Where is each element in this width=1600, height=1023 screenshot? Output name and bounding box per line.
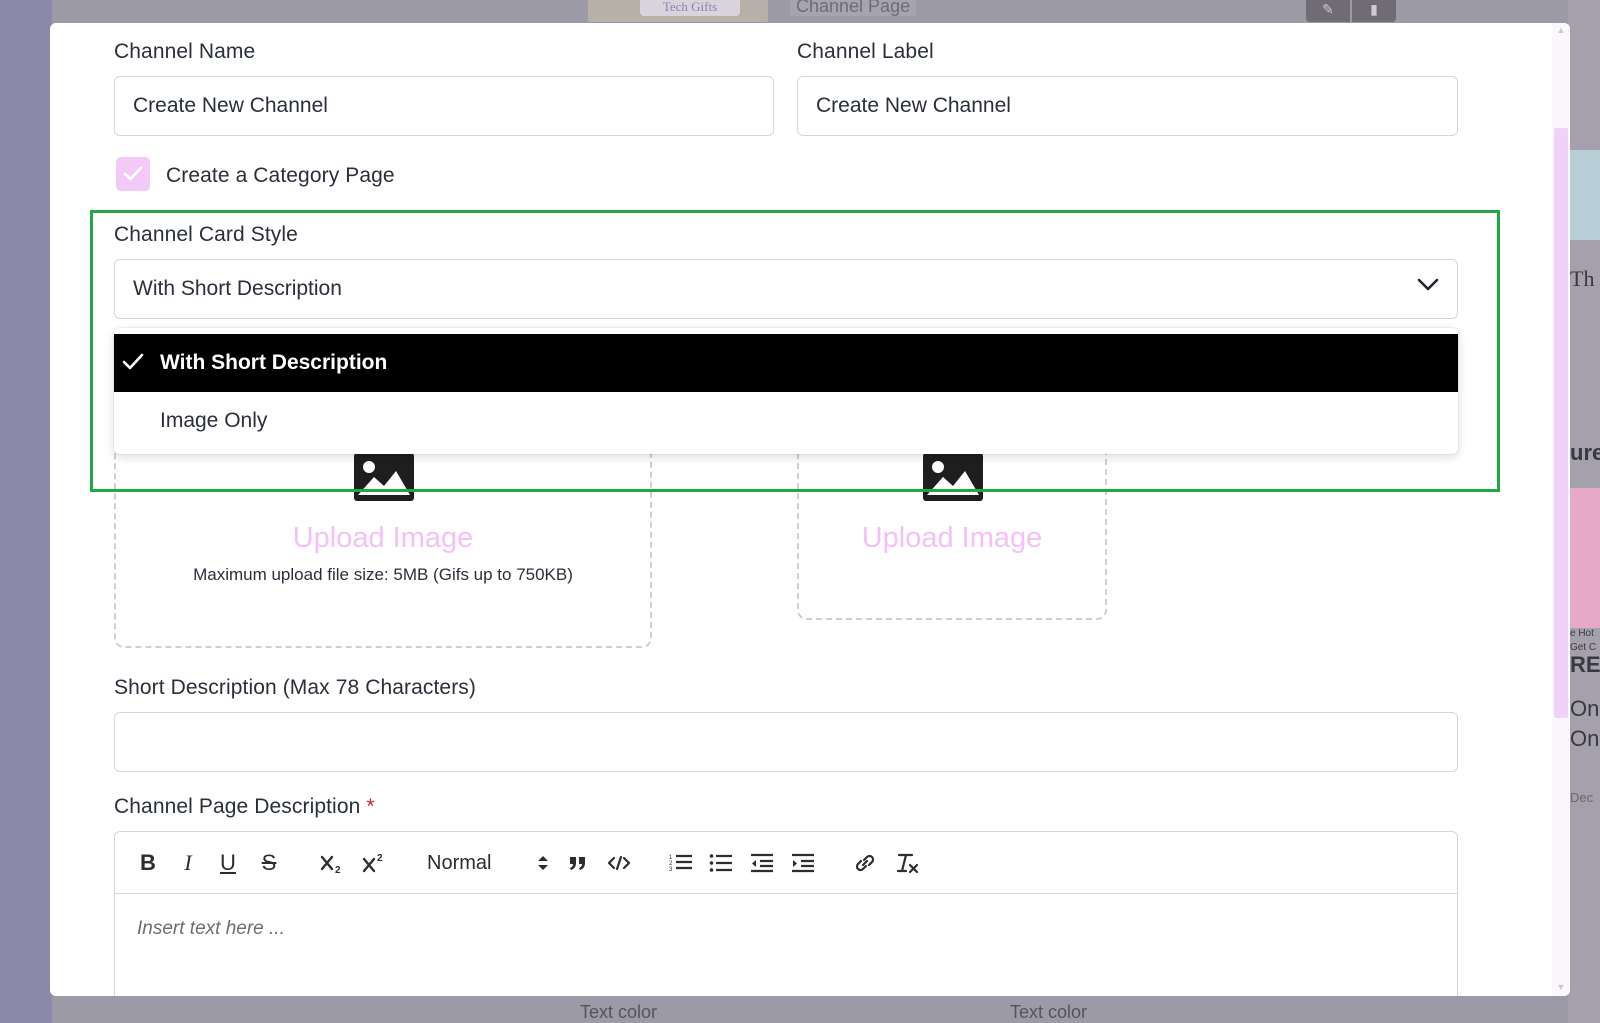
link-button[interactable] [851,848,879,878]
background-text: e Hot [1570,628,1594,639]
heading-select-arrows[interactable] [533,848,553,878]
ordered-list-icon: 1 2 3 [669,854,692,873]
up-down-arrows-icon [538,856,548,870]
image-icon [354,453,414,501]
heading-format-value: Normal [427,851,492,874]
background-text: One [1570,726,1600,751]
background-text-color-label: Text color [1010,1002,1088,1022]
subscript-button[interactable]: 2 [317,848,347,878]
background-text: ure [1570,440,1600,465]
background-channel-page-label: Channel Page [790,0,917,16]
background-text: REE [1570,652,1600,677]
required-marker: * [366,795,375,818]
italic-button[interactable]: I [175,848,201,878]
background-card-image [1568,488,1600,628]
code-block-button[interactable] [605,848,633,878]
bold-icon: B [140,850,156,875]
clear-format-icon [896,853,919,874]
checkmark-icon [123,166,143,181]
indent-icon [792,853,814,873]
background-delete-button: ▮ [1352,0,1396,22]
category-page-checkbox[interactable] [116,157,150,191]
background-right-strip: Th ure e Hot Get C REE One One Dec [1568,0,1600,1023]
svg-text:2: 2 [335,865,341,874]
italic-icon: I [184,850,192,875]
blockquote-button[interactable] [565,848,591,878]
quote-icon [570,857,585,870]
background-card-image [1568,150,1600,240]
dropdown-option-label: With Short Description [160,351,388,374]
ordered-list-button[interactable]: 1 2 3 [667,848,695,878]
code-icon [607,855,631,871]
modal-scrollbar[interactable]: ▲ ▼ [1552,23,1570,996]
background-text: One [1570,696,1600,721]
bullet-list-icon [709,854,732,872]
check-icon [122,353,144,370]
strikethrough-icon: S [261,850,277,875]
rich-text-editor: B I U S 2 2 Normal 1 2 3 Insert text her… [114,831,1458,996]
background-text-color-label: Text color [580,1002,658,1022]
page-description-label: Channel Page Description * [114,795,375,819]
editor-content-area[interactable]: Insert text here ... [137,918,285,940]
background-thumbnail-label: Tech Gifts [640,0,740,16]
background-edit-button: ✎ [1306,0,1350,22]
card-style-dropdown-menu: With Short Description Image Only [114,328,1458,454]
image-icon [923,453,983,501]
superscript-icon: 2 [362,853,383,873]
background-text: Dec [1570,790,1594,805]
channel-label-value: Create New Channel [816,94,1011,117]
channel-name-label: Channel Name [114,40,256,63]
upload-image-link[interactable]: Upload Image [799,522,1105,555]
strikethrough-button[interactable]: S [256,848,282,878]
outdent-icon [751,853,773,873]
scroll-down-icon[interactable]: ▼ [1556,982,1566,992]
upload-size-note: Maximum upload file size: 5MB (Gifs up t… [193,565,573,584]
page-description-label-text: Channel Page Description [114,795,361,818]
svg-text:3: 3 [669,867,673,873]
pencil-icon: ✎ [1322,1,1334,17]
dropdown-option-image-only[interactable]: Image Only [114,392,1458,450]
link-icon [855,854,875,872]
channel-label-label: Channel Label [797,40,934,63]
bullet-list-button[interactable] [707,848,735,878]
underline-icon: U [220,850,236,875]
short-description-label: Short Description (Max 78 Characters) [114,676,476,699]
background-sidebar [0,0,52,1023]
category-page-label: Create a Category Page [166,164,395,187]
subscript-icon: 2 [320,855,341,874]
underline-button[interactable]: U [215,848,241,878]
scrollbar-thumb[interactable] [1554,128,1568,718]
superscript-button[interactable]: 2 [359,848,389,878]
editor-toolbar: B I U S 2 2 Normal 1 2 3 [115,832,1457,894]
dropdown-option-with-short-description[interactable]: With Short Description [114,334,1458,392]
trash-icon: ▮ [1370,1,1378,17]
dropdown-option-label: Image Only [160,409,268,432]
outdent-button[interactable] [748,848,776,878]
channel-label-input[interactable]: Create New Channel [797,76,1458,136]
background-text: Th [1570,266,1595,291]
indent-button[interactable] [789,848,817,878]
clear-format-button[interactable] [893,848,921,878]
channel-name-value: Create New Channel [133,94,328,117]
card-style-selected-value: With Short Description [133,277,342,300]
channel-name-input[interactable]: Create New Channel [114,76,774,136]
bold-button[interactable]: B [135,848,161,878]
chevron-down-icon [1417,278,1439,291]
create-channel-modal: Channel Name Create New Channel Channel … [50,23,1570,996]
card-style-select[interactable]: With Short Description [114,259,1458,319]
short-description-input[interactable] [114,712,1458,772]
card-style-label: Channel Card Style [114,223,298,246]
scroll-up-icon[interactable]: ▲ [1556,25,1566,35]
upload-image-link[interactable]: Upload Image [116,522,650,555]
svg-text:2: 2 [377,853,383,864]
